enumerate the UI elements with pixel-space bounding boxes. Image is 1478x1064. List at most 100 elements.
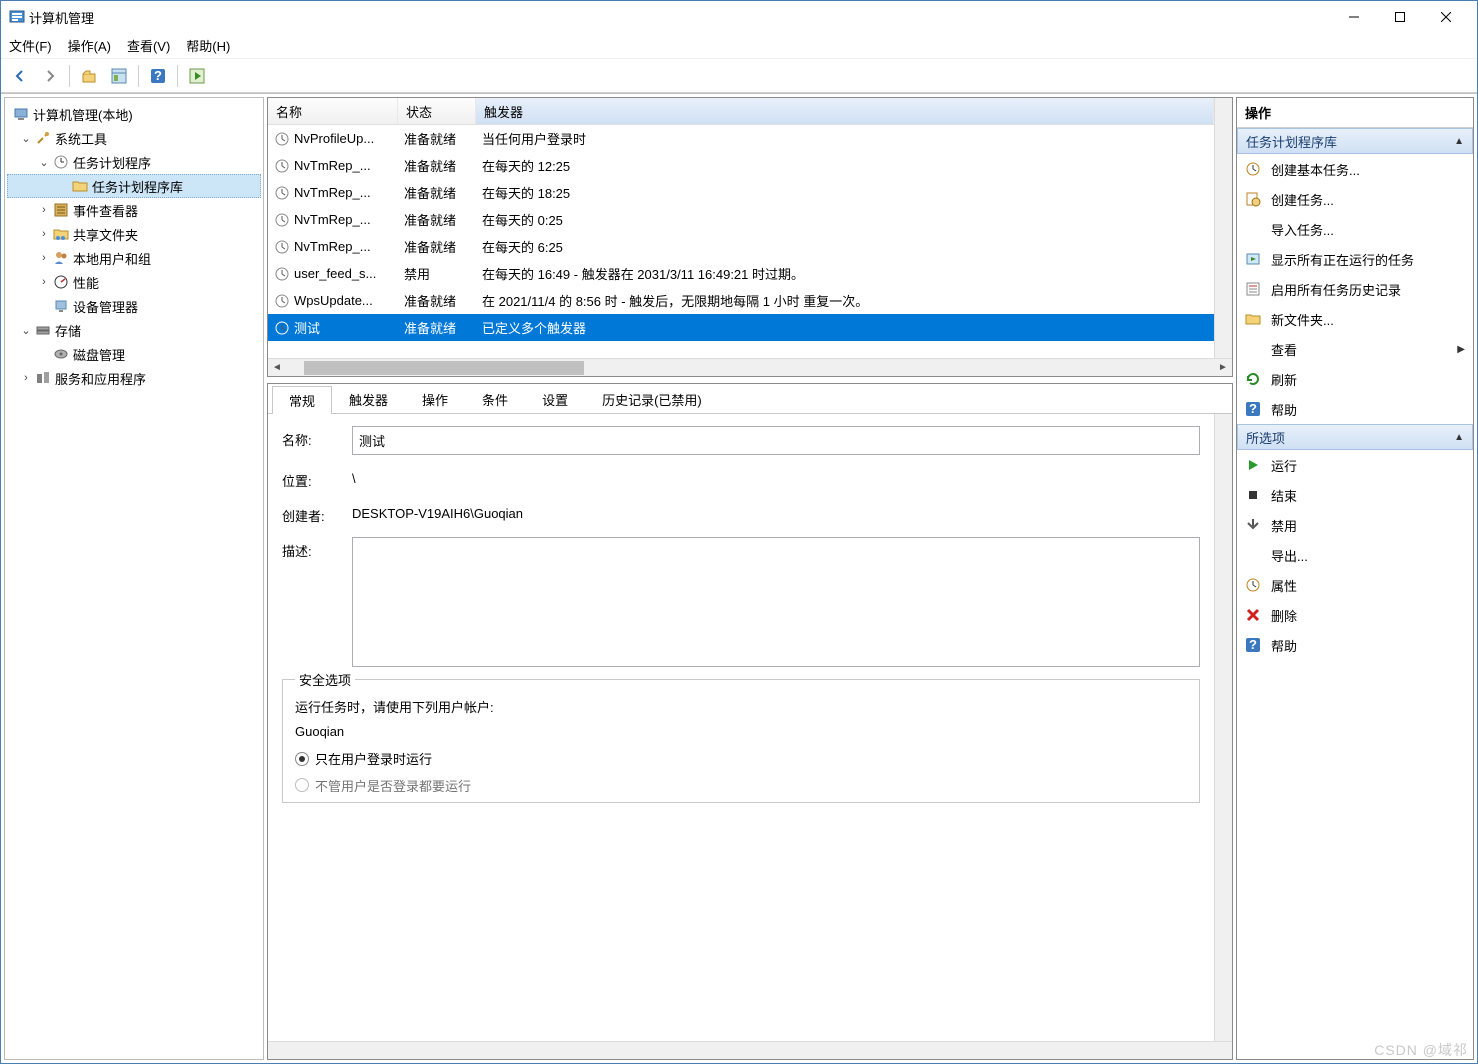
action-help[interactable]: ?帮助 (1237, 630, 1473, 660)
column-status[interactable]: 状态 (398, 98, 476, 124)
column-trigger[interactable]: 触发器 (476, 98, 1214, 124)
tree-label: 性能 (73, 273, 99, 292)
menu-file[interactable]: 文件(F) (9, 36, 52, 55)
performance-icon (53, 274, 69, 290)
action-refresh[interactable]: 刷新 (1237, 364, 1473, 394)
close-button[interactable] (1423, 1, 1469, 33)
tree-devmgr[interactable]: 设备管理器 (7, 294, 261, 318)
tree-storage[interactable]: ⌄存储 (7, 318, 261, 342)
tree-systools[interactable]: ⌄ 系统工具 (7, 126, 261, 150)
action-new-folder[interactable]: 新文件夹... (1237, 304, 1473, 334)
tree-label: 任务计划程序 (73, 153, 151, 172)
field-location: \ (352, 467, 1200, 490)
task-row[interactable]: 测试准备就绪已定义多个触发器 (268, 314, 1214, 341)
help-icon: ? (1245, 637, 1261, 653)
running-icon (1245, 251, 1261, 267)
delete-icon (1245, 607, 1261, 623)
computer-icon (13, 106, 29, 122)
vertical-scrollbar[interactable] (1214, 414, 1232, 1041)
tree-services[interactable]: ›服务和应用程序 (7, 366, 261, 390)
expand-icon[interactable]: › (37, 228, 51, 240)
action-create-basic-task[interactable]: 创建基本任务... (1237, 154, 1473, 184)
action-import-task[interactable]: 导入任务... (1237, 214, 1473, 244)
action-disable[interactable]: 禁用 (1237, 510, 1473, 540)
tab-actions[interactable]: 操作 (405, 385, 465, 413)
task-row[interactable]: NvProfileUp...准备就绪当任何用户登录时 (268, 125, 1214, 152)
action-show-running[interactable]: 显示所有正在运行的任务 (1237, 244, 1473, 274)
folder-icon (1245, 311, 1261, 327)
maximize-button[interactable] (1377, 1, 1423, 33)
tree-pane[interactable]: 计算机管理(本地) ⌄ 系统工具 ⌄ 任务计划程序 任务计划程序库 ›事件查看器 ›… (4, 97, 264, 1060)
task-row[interactable]: NvTmRep_...准备就绪在每天的 6:25 (268, 233, 1214, 260)
collapse-icon[interactable]: ⌄ (37, 156, 51, 169)
tab-conditions[interactable]: 条件 (465, 385, 525, 413)
toolbar-help-button[interactable]: ? (145, 63, 171, 89)
disk-icon (53, 346, 69, 362)
action-properties[interactable]: 属性 (1237, 570, 1473, 600)
toolbar-up-button[interactable] (76, 63, 102, 89)
tab-history[interactable]: 历史记录(已禁用) (585, 385, 719, 413)
actions-group-selected[interactable]: 所选项▲ (1237, 424, 1473, 450)
toolbar-properties-button[interactable] (106, 63, 132, 89)
action-export[interactable]: 导出... (1237, 540, 1473, 570)
blank-icon (1245, 221, 1261, 237)
label-location: 位置: (282, 467, 352, 490)
action-view[interactable]: 查看▶ (1237, 334, 1473, 364)
properties-icon (1245, 577, 1261, 593)
radio-logged-on-only[interactable]: 只在用户登录时运行 (295, 749, 1187, 768)
action-end[interactable]: 结束 (1237, 480, 1473, 510)
tasks-list: 名称 状态 触发器 NvProfileUp...准备就绪当任何用户登录时NvTm… (267, 97, 1233, 377)
menu-view[interactable]: 查看(V) (127, 36, 170, 55)
tab-settings[interactable]: 设置 (525, 385, 585, 413)
task-row[interactable]: NvTmRep_...准备就绪在每天的 12:25 (268, 152, 1214, 179)
expand-icon[interactable]: › (37, 276, 51, 288)
tree-scheduler[interactable]: ⌄ 任务计划程序 (7, 150, 261, 174)
action-enable-history[interactable]: 启用所有任务历史记录 (1237, 274, 1473, 304)
menu-action[interactable]: 操作(A) (68, 36, 111, 55)
toolbar-separator (69, 65, 70, 87)
tree-root[interactable]: 计算机管理(本地) (7, 102, 261, 126)
collapse-icon[interactable]: ⌄ (19, 324, 33, 337)
menubar: 文件(F) 操作(A) 查看(V) 帮助(H) (1, 33, 1477, 59)
actions-group-library[interactable]: 任务计划程序库▲ (1237, 128, 1473, 154)
tree-scheduler-library[interactable]: 任务计划程序库 (7, 174, 261, 198)
expand-icon[interactable]: › (19, 372, 33, 384)
toolbar-run-button[interactable] (184, 63, 210, 89)
task-row[interactable]: user_feed_s...禁用在每天的 16:49 - 触发器在 2031/3… (268, 260, 1214, 287)
action-run[interactable]: 运行 (1237, 450, 1473, 480)
expand-icon[interactable]: › (37, 204, 51, 216)
tab-general[interactable]: 常规 (272, 386, 332, 414)
field-description[interactable] (352, 537, 1200, 667)
tree-localusers[interactable]: ›本地用户和组 (7, 246, 261, 270)
field-name[interactable]: 测试 (352, 426, 1200, 455)
radio-icon (295, 752, 309, 766)
action-delete[interactable]: 删除 (1237, 600, 1473, 630)
horizontal-scrollbar[interactable] (268, 1041, 1232, 1059)
action-help[interactable]: ?帮助 (1237, 394, 1473, 424)
tab-triggers[interactable]: 触发器 (332, 385, 405, 413)
menu-help[interactable]: 帮助(H) (186, 36, 230, 55)
task-row[interactable]: NvTmRep_...准备就绪在每天的 18:25 (268, 179, 1214, 206)
tree-label: 系统工具 (55, 129, 107, 148)
svg-text:?: ? (1249, 637, 1257, 652)
expand-icon[interactable]: › (37, 252, 51, 264)
shared-folder-icon (53, 226, 69, 242)
horizontal-scrollbar[interactable]: ◄► (268, 358, 1232, 376)
radio-any-logon[interactable]: 不管用户是否登录都要运行 (295, 778, 1187, 792)
column-name[interactable]: 名称 (268, 98, 398, 124)
collapse-icon[interactable]: ⌄ (19, 132, 33, 145)
task-row[interactable]: WpsUpdate...准备就绪在 2021/11/4 的 8:56 时 - 触… (268, 287, 1214, 314)
label-author: 创建者: (282, 502, 352, 525)
tree-eventviewer[interactable]: ›事件查看器 (7, 198, 261, 222)
vertical-scrollbar[interactable] (1214, 98, 1232, 358)
submenu-arrow-icon: ▶ (1457, 344, 1465, 355)
tree-perf[interactable]: › 性能 (7, 270, 261, 294)
toolbar-back-button[interactable] (7, 63, 33, 89)
tree-diskmgmt[interactable]: 磁盘管理 (7, 342, 261, 366)
toolbar-forward-button[interactable] (37, 63, 63, 89)
storage-icon (35, 322, 51, 338)
minimize-button[interactable] (1331, 1, 1377, 33)
task-row[interactable]: NvTmRep_...准备就绪在每天的 0:25 (268, 206, 1214, 233)
tree-shared[interactable]: ›共享文件夹 (7, 222, 261, 246)
action-create-task[interactable]: 创建任务... (1237, 184, 1473, 214)
